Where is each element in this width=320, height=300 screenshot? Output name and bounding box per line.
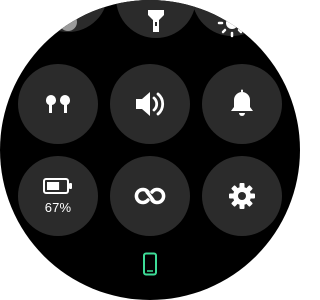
volume-icon xyxy=(136,92,165,116)
earbuds-icon xyxy=(45,95,71,113)
phone-icon xyxy=(143,252,157,276)
bell-icon xyxy=(231,89,253,116)
gear-icon xyxy=(229,183,255,209)
partial-toggle[interactable] xyxy=(28,0,108,32)
brightness-icon xyxy=(217,8,247,38)
battery-percentage: 67% xyxy=(44,199,72,215)
earbuds-toggle[interactable] xyxy=(18,64,98,144)
battery-tile[interactable]: 67% xyxy=(18,156,98,236)
watch-screen: 67% xyxy=(0,0,300,300)
brightness-toggle[interactable] xyxy=(192,0,272,38)
sync-toggle[interactable] xyxy=(110,156,190,236)
settings-button[interactable] xyxy=(202,156,282,236)
sound-toggle[interactable] xyxy=(110,64,190,144)
notifications-toggle[interactable] xyxy=(202,64,282,144)
circle-icon xyxy=(59,13,77,31)
infinity-loop-icon xyxy=(134,187,166,205)
flashlight-icon xyxy=(148,10,164,32)
battery-icon xyxy=(43,177,72,194)
flashlight-toggle[interactable] xyxy=(116,0,196,38)
